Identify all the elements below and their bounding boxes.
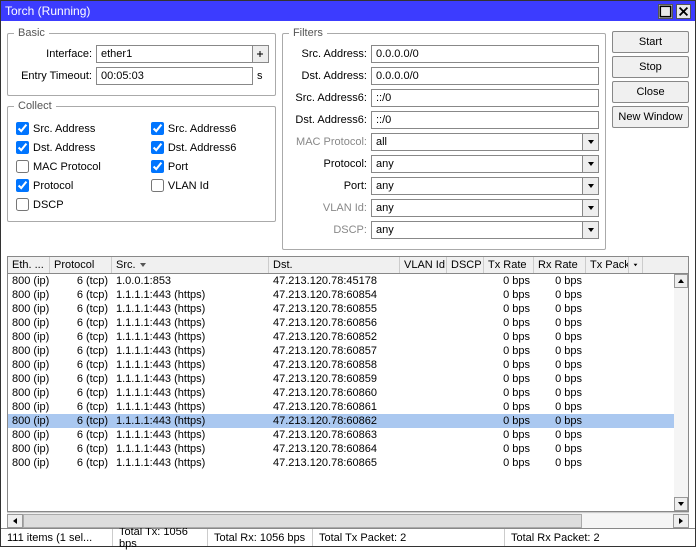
collect-port[interactable]: Port <box>151 160 236 173</box>
scroll-left-icon[interactable] <box>7 514 23 528</box>
filter-dst-address-input[interactable] <box>371 67 599 85</box>
table-row[interactable]: 800 (ip)6 (tcp)1.1.1.1:443 (https)47.213… <box>8 316 674 330</box>
window-close-button[interactable] <box>676 4 691 19</box>
status-total-rx-packet: Total Rx Packet: 2 <box>505 529 695 546</box>
stop-button[interactable]: Stop <box>612 56 689 78</box>
filter-dst-address6-label: Dst. Address6: <box>289 114 367 126</box>
filter-src-address6-input[interactable] <box>371 89 599 107</box>
interface-label: Interface: <box>14 48 92 60</box>
window-minimize-button[interactable] <box>658 4 673 19</box>
status-bar: 111 items (1 sel... Total Tx: 1056 bps T… <box>1 528 695 546</box>
filter-mac-protocol-label: MAC Protocol: <box>289 136 367 148</box>
collect-protocol[interactable]: Protocol <box>16 179 101 192</box>
table-row[interactable]: 800 (ip)6 (tcp)1.0.0.1:85347.213.120.78:… <box>8 274 674 288</box>
filter-port-input[interactable] <box>371 177 583 195</box>
filter-protocol-label: Protocol: <box>289 158 367 170</box>
collect-src-address[interactable]: Src. Address <box>16 122 101 135</box>
collect-vlan-id[interactable]: VLAN Id <box>151 179 236 192</box>
basic-legend: Basic <box>14 27 49 39</box>
vertical-scrollbar[interactable] <box>674 274 688 511</box>
col-menu-button[interactable] <box>629 257 643 273</box>
table-row[interactable]: 800 (ip)6 (tcp)1.1.1.1:443 (https)47.213… <box>8 400 674 414</box>
collect-legend: Collect <box>14 100 56 112</box>
filter-src-address-input[interactable] <box>371 45 599 63</box>
sort-indicator-icon <box>139 261 147 269</box>
table-row[interactable]: 800 (ip)6 (tcp)1.1.1.1:443 (https)47.213… <box>8 330 674 344</box>
table-header: Eth. ... Protocol Src. Dst. VLAN Id DSCP… <box>8 257 688 274</box>
start-button[interactable]: Start <box>612 31 689 53</box>
interface-input[interactable] <box>96 45 253 63</box>
col-eth[interactable]: Eth. ... <box>8 257 50 273</box>
filter-vlan-id-input[interactable] <box>371 199 583 217</box>
table-row[interactable]: 800 (ip)6 (tcp)1.1.1.1:443 (https)47.213… <box>8 442 674 456</box>
filter-dscp-input[interactable] <box>371 221 583 239</box>
entry-timeout-label: Entry Timeout: <box>14 70 92 82</box>
status-total-tx: Total Tx: 1056 bps <box>113 529 208 546</box>
scroll-down-icon[interactable] <box>674 497 688 511</box>
col-protocol[interactable]: Protocol <box>50 257 112 273</box>
scroll-right-icon[interactable] <box>673 514 689 528</box>
horizontal-scrollbar[interactable] <box>7 512 689 528</box>
chevron-down-icon[interactable] <box>583 155 599 173</box>
results-table: Eth. ... Protocol Src. Dst. VLAN Id DSCP… <box>7 256 689 512</box>
collect-group: Collect Src. Address Dst. Address MAC Pr… <box>7 100 276 222</box>
scroll-up-icon[interactable] <box>674 274 688 288</box>
table-body: 800 (ip)6 (tcp)1.0.0.1:85347.213.120.78:… <box>8 274 674 511</box>
col-dst[interactable]: Dst. <box>269 257 400 273</box>
filter-mac-protocol-input[interactable] <box>371 133 583 151</box>
col-tx-packet[interactable]: Tx Pack... <box>586 257 629 273</box>
collect-dst-address[interactable]: Dst. Address <box>16 141 101 154</box>
table-row[interactable]: 800 (ip)6 (tcp)1.1.1.1:443 (https)47.213… <box>8 358 674 372</box>
filter-dst-address-label: Dst. Address: <box>289 70 367 82</box>
collect-dscp[interactable]: DSCP <box>16 198 101 211</box>
collect-dst-address6[interactable]: Dst. Address6 <box>151 141 236 154</box>
filter-dscp-label: DSCP: <box>289 224 367 236</box>
filter-src-address6-label: Src. Address6: <box>289 92 367 104</box>
chevron-down-icon[interactable] <box>583 177 599 195</box>
chevron-down-icon[interactable] <box>583 133 599 151</box>
col-tx-rate[interactable]: Tx Rate <box>484 257 534 273</box>
col-dscp[interactable]: DSCP <box>447 257 484 273</box>
status-items: 111 items (1 sel... <box>1 529 113 546</box>
table-row[interactable]: 800 (ip)6 (tcp)1.1.1.1:443 (https)47.213… <box>8 372 674 386</box>
entry-timeout-suffix: s <box>257 70 269 82</box>
table-row[interactable]: 800 (ip)6 (tcp)1.1.1.1:443 (https)47.213… <box>8 302 674 316</box>
interface-dropdown-icon[interactable] <box>253 45 269 63</box>
filter-src-address-label: Src. Address: <box>289 48 367 60</box>
chevron-down-icon[interactable] <box>583 199 599 217</box>
status-total-tx-packet: Total Tx Packet: 2 <box>313 529 505 546</box>
chevron-down-icon[interactable] <box>583 221 599 239</box>
col-src[interactable]: Src. <box>112 257 269 273</box>
close-button[interactable]: Close <box>612 81 689 103</box>
col-rx-rate[interactable]: Rx Rate <box>534 257 586 273</box>
table-row[interactable]: 800 (ip)6 (tcp)1.1.1.1:443 (https)47.213… <box>8 288 674 302</box>
table-row[interactable]: 800 (ip)6 (tcp)1.1.1.1:443 (https)47.213… <box>8 386 674 400</box>
filters-legend: Filters <box>289 27 327 39</box>
basic-group: Basic Interface: Entry Timeout: s <box>7 27 276 96</box>
table-row[interactable]: 800 (ip)6 (tcp)1.1.1.1:443 (https)47.213… <box>8 414 674 428</box>
new-window-button[interactable]: New Window <box>612 106 689 128</box>
filter-protocol-input[interactable] <box>371 155 583 173</box>
filters-group: Filters Src. Address: Dst. Address: Src.… <box>282 27 606 250</box>
filter-port-label: Port: <box>289 180 367 192</box>
window-title: Torch (Running) <box>5 4 658 18</box>
collect-mac-protocol[interactable]: MAC Protocol <box>16 160 101 173</box>
filter-vlan-id-label: VLAN Id: <box>289 202 367 214</box>
table-row[interactable]: 800 (ip)6 (tcp)1.1.1.1:443 (https)47.213… <box>8 456 674 470</box>
filter-dst-address6-input[interactable] <box>371 111 599 129</box>
entry-timeout-input[interactable] <box>96 67 253 85</box>
collect-src-address6[interactable]: Src. Address6 <box>151 122 236 135</box>
col-vlan-id[interactable]: VLAN Id <box>400 257 447 273</box>
table-row[interactable]: 800 (ip)6 (tcp)1.1.1.1:443 (https)47.213… <box>8 428 674 442</box>
status-total-rx: Total Rx: 1056 bps <box>208 529 313 546</box>
table-row[interactable]: 800 (ip)6 (tcp)1.1.1.1:443 (https)47.213… <box>8 344 674 358</box>
titlebar: Torch (Running) <box>1 1 695 21</box>
